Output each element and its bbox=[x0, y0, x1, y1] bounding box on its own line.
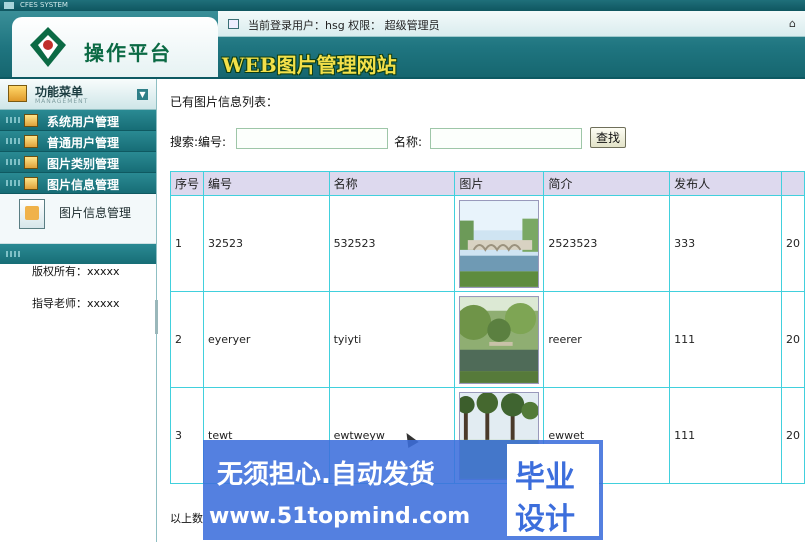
image-table: 序号 编号 名称 图片 简介 发布人 1 32523 532523 252352… bbox=[169, 171, 805, 484]
sidebar-item-label: 普通用户管理 bbox=[47, 136, 120, 150]
cell-date: 20 bbox=[780, 387, 805, 484]
cell-publisher: 111 bbox=[669, 387, 782, 484]
cell-index: 1 bbox=[169, 195, 205, 292]
menu-footer bbox=[0, 244, 156, 264]
cell-intro: reerer bbox=[543, 291, 671, 388]
sidebar-item-system-users[interactable]: 系统用户管理 bbox=[0, 110, 156, 131]
logo-tab: 操作平台 bbox=[12, 17, 218, 77]
cell-intro: 2523523 bbox=[543, 195, 671, 292]
search-id-label: 搜索:编号: bbox=[170, 135, 227, 149]
cell-publisher: 333 bbox=[669, 195, 782, 292]
sidebar-item-image-categories[interactable]: 图片类别管理 bbox=[0, 152, 156, 173]
app-icon bbox=[4, 1, 14, 9]
column-header: 发布人 bbox=[669, 171, 782, 196]
column-header: 编号 bbox=[203, 171, 330, 196]
sidebar-item-label: 图片类别管理 bbox=[47, 157, 120, 171]
column-header: 名称 bbox=[328, 171, 456, 196]
cell-date: 20 bbox=[780, 291, 805, 388]
cell-date: 20 bbox=[780, 195, 805, 292]
sidebar: 功能菜单 MANAGEMENT ▼ 系统用户管理 普通用户管理 图片类别管理 图… bbox=[0, 79, 157, 542]
submenu-label: 图片信息管理 bbox=[59, 206, 132, 220]
ad-badge-top: 毕业 bbox=[515, 460, 575, 495]
dots-icon bbox=[6, 180, 20, 186]
bank-logo-icon bbox=[30, 27, 66, 67]
cell-image bbox=[454, 291, 545, 388]
folder-icon bbox=[24, 177, 38, 190]
cell-index: 3 bbox=[169, 387, 205, 484]
table-row[interactable]: 1 32523 532523 2523523 333 20 bbox=[169, 195, 805, 292]
column-header: 序号 bbox=[169, 171, 205, 196]
watermark-ad: 无须担心.自动发货 www.51topmind.com 毕业 设计 bbox=[203, 440, 603, 540]
column-header: 图片 bbox=[454, 171, 545, 196]
sidebar-item-label: 系统用户管理 bbox=[47, 115, 120, 129]
folder-icon bbox=[24, 135, 38, 148]
column-header bbox=[780, 171, 805, 196]
total-count-text: 以上数 bbox=[170, 512, 203, 525]
cell-image bbox=[454, 195, 545, 292]
cell-code: eyeryer bbox=[203, 291, 330, 388]
system-bar: CFES SYSTEM bbox=[0, 0, 805, 11]
sidebar-item-normal-users[interactable]: 普通用户管理 bbox=[0, 131, 156, 152]
system-bar-label: CFES SYSTEM bbox=[20, 1, 68, 9]
sidebar-item-label: 图片信息管理 bbox=[47, 178, 120, 192]
search-id-input[interactable] bbox=[236, 128, 388, 149]
search-name-label: 名称: bbox=[394, 135, 423, 149]
list-title: 已有图片信息列表： bbox=[170, 95, 279, 109]
dots-icon bbox=[6, 251, 20, 257]
ad-badge: 毕业 设计 bbox=[507, 444, 599, 537]
site-title: WEB图片管理网站 bbox=[222, 53, 397, 77]
user-info-text: 当前登录用户：hsg 权限： 超级管理员 bbox=[248, 19, 440, 32]
cell-index: 2 bbox=[169, 291, 205, 388]
document-icon bbox=[19, 199, 45, 229]
search-button[interactable]: 查找 bbox=[590, 127, 626, 148]
menu-subtitle: MANAGEMENT bbox=[35, 98, 89, 105]
search-name-input[interactable] bbox=[430, 128, 582, 149]
table-header-row: 序号 编号 名称 图片 简介 发布人 bbox=[169, 171, 805, 196]
dots-icon bbox=[6, 117, 20, 123]
column-header: 简介 bbox=[543, 171, 671, 196]
cell-publisher: 111 bbox=[669, 291, 782, 388]
copyright-text: 版权所有：xxxxx bbox=[32, 265, 120, 278]
folder-icon bbox=[24, 156, 38, 169]
cell-name: tyiyti bbox=[328, 291, 456, 388]
user-info-bar: 当前登录用户：hsg 权限： 超级管理员 ⌂ bbox=[218, 11, 805, 37]
willow-pond-photo[interactable] bbox=[459, 295, 540, 384]
dots-icon bbox=[6, 159, 20, 165]
table-row[interactable]: 2 eyeryer tyiyti reerer 111 20 bbox=[169, 291, 805, 388]
user-icon bbox=[228, 19, 239, 29]
cell-code: 32523 bbox=[203, 195, 330, 292]
advisor-text: 指导老师：xxxxx bbox=[32, 297, 120, 310]
menu-header: 功能菜单 MANAGEMENT ▼ bbox=[0, 79, 156, 110]
ad-slogan: 无须担心.自动发货 bbox=[217, 460, 435, 490]
sidebar-item-image-info[interactable]: 图片信息管理 bbox=[0, 173, 156, 194]
bridge-photo[interactable] bbox=[459, 199, 540, 288]
ad-badge-bottom: 设计 bbox=[515, 502, 575, 537]
logo-text: 操作平台 bbox=[84, 41, 172, 65]
folder-icon bbox=[24, 114, 38, 127]
header: 操作平台 当前登录用户：hsg 权限： 超级管理员 ⌂ WEB图片管理网站 bbox=[0, 11, 805, 77]
submenu-image-info[interactable]: 图片信息管理 bbox=[0, 194, 156, 244]
ad-url: www.51topmind.com bbox=[209, 504, 471, 529]
collapse-icon[interactable]: ▼ bbox=[137, 89, 148, 100]
dots-icon bbox=[6, 138, 20, 144]
home-icon[interactable]: ⌂ bbox=[789, 17, 801, 30]
cell-name: 532523 bbox=[328, 195, 456, 292]
menu-icon bbox=[8, 85, 27, 102]
